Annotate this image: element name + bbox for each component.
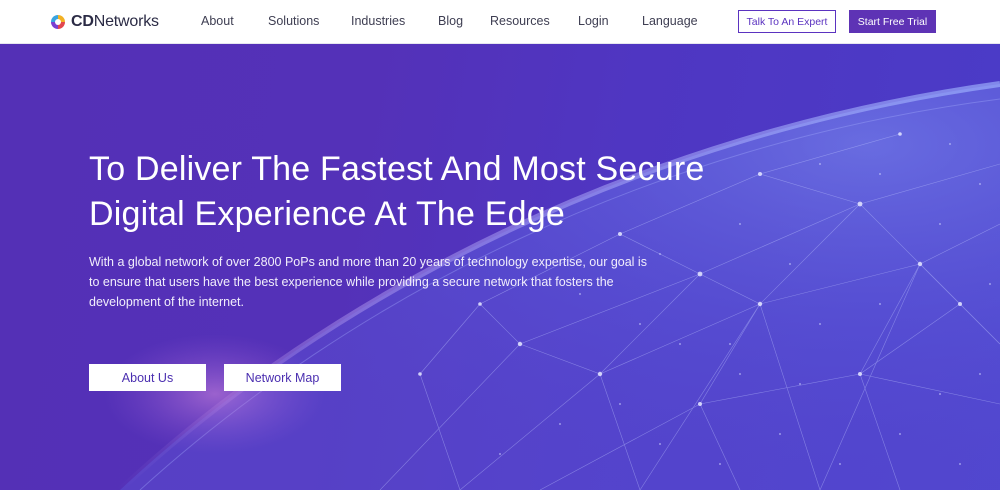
cdnetworks-logo-icon	[51, 15, 65, 29]
logo-text-prefix: CD	[71, 13, 94, 30]
network-map-button[interactable]: Network Map	[224, 364, 341, 391]
hero-description: With a global network of over 2800 PoPs …	[89, 255, 647, 309]
nav-item-resources[interactable]: Resources	[490, 14, 550, 28]
nav-item-language[interactable]: Language	[642, 14, 698, 28]
nav-item-about[interactable]: About	[201, 14, 234, 28]
hero-section: To Deliver The Fastest And Most Secure D…	[0, 44, 1000, 490]
nav-item-blog[interactable]: Blog	[438, 14, 463, 28]
hero-title-line-1: To Deliver The Fastest And Most Secure	[89, 150, 705, 188]
nav-item-solutions[interactable]: Solutions	[268, 14, 319, 28]
cdnetworks-logo[interactable]: CDNetworks	[50, 12, 159, 32]
hero-title: To Deliver The Fastest And Most Secure D…	[89, 147, 849, 237]
nav-item-industries[interactable]: Industries	[351, 14, 405, 28]
talk-to-expert-button[interactable]: Talk To An Expert	[738, 10, 836, 33]
site-header: CDNetworks About Solutions Industries Bl…	[0, 0, 1000, 44]
logo-text: CDNetworks	[71, 13, 159, 31]
nav-item-login[interactable]: Login	[578, 14, 609, 28]
logo-text-suffix: Networks	[93, 13, 159, 30]
start-free-trial-button[interactable]: Start Free Trial	[849, 10, 936, 33]
hero-title-line-2: Digital Experience At The Edge	[89, 195, 565, 233]
about-us-button[interactable]: About Us	[89, 364, 206, 391]
